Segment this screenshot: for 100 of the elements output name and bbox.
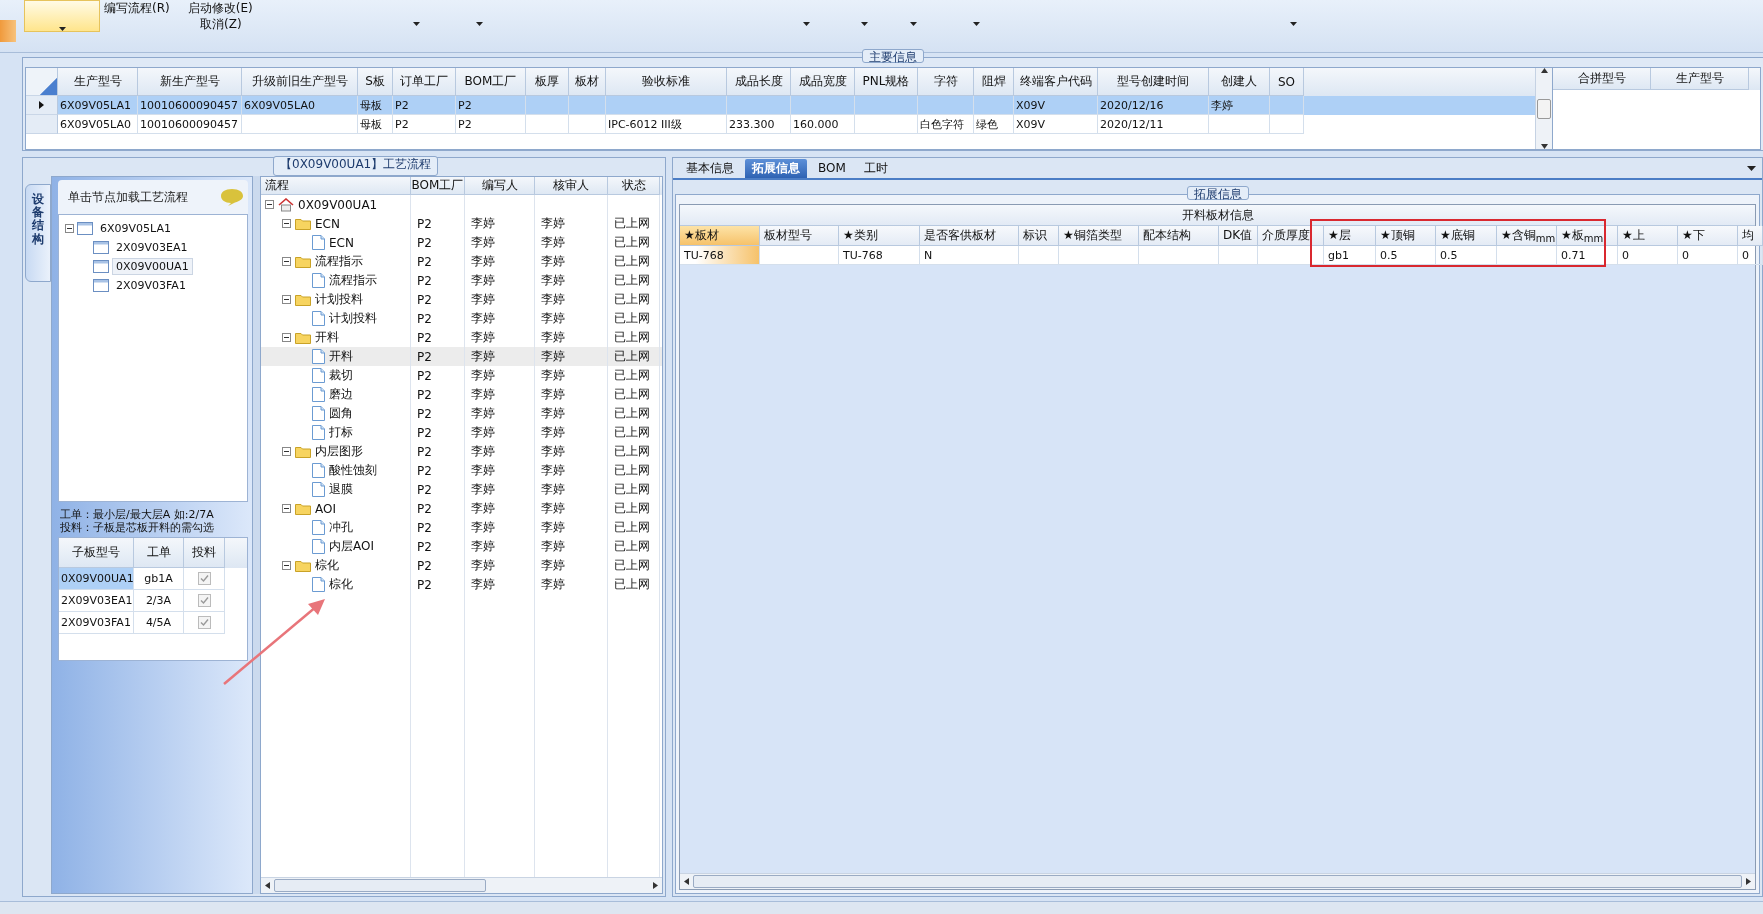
tree-row[interactable]: 0X09V00UA1 bbox=[261, 195, 662, 214]
scroll-down-icon[interactable] bbox=[1540, 144, 1548, 149]
column-header[interactable]: 均 bbox=[1738, 226, 1763, 246]
tree-label: 0X09V00UA1 bbox=[298, 197, 378, 212]
caret-icon[interactable] bbox=[909, 22, 917, 26]
tree-item[interactable]: 0X09V00UA1 bbox=[112, 258, 193, 275]
tree-item[interactable]: 2X09V03FA1 bbox=[112, 277, 190, 294]
tab[interactable]: 工时 bbox=[856, 159, 895, 178]
checkbox[interactable] bbox=[197, 572, 211, 585]
table-cell[interactable]: 2X09V03FA1 bbox=[59, 612, 134, 634]
column-header[interactable]: 配本结构 bbox=[1139, 226, 1219, 246]
table-cell: P2 bbox=[417, 330, 432, 345]
tree-row[interactable]: 裁切 P2 李婷 李婷 已上网 bbox=[261, 366, 662, 385]
column-header[interactable]: ★含铜$_{mm}$ bbox=[1497, 226, 1557, 246]
tree-row[interactable]: 冲孔 P2 李婷 李婷 已上网 bbox=[261, 518, 662, 537]
column-header[interactable]: ★层 bbox=[1324, 226, 1376, 246]
scrollbar[interactable] bbox=[261, 877, 662, 893]
tree-row[interactable]: ECN P2 李婷 李婷 已上网 bbox=[261, 214, 662, 233]
tree-row[interactable]: 流程指示 P2 李婷 李婷 已上网 bbox=[261, 271, 662, 290]
menu-item[interactable]: 编写流程(R) bbox=[104, 0, 170, 16]
tree-row[interactable]: 棕化 P2 李婷 李婷 已上网 bbox=[261, 575, 662, 594]
tree-item[interactable]: 6X09V05LA1 bbox=[96, 220, 175, 237]
table-cell: 已上网 bbox=[614, 557, 650, 574]
side-tab[interactable]: 设备结构 bbox=[25, 184, 51, 282]
tree-row[interactable]: 棕化 P2 李婷 李婷 已上网 bbox=[261, 556, 662, 575]
column-header[interactable]: 投料 bbox=[184, 538, 225, 568]
scroll-left-icon[interactable] bbox=[265, 882, 270, 889]
collapse-icon[interactable] bbox=[282, 504, 291, 513]
caret-icon[interactable] bbox=[860, 22, 868, 26]
column-header[interactable]: ★顶铜 bbox=[1376, 226, 1436, 246]
tab[interactable]: BOM bbox=[811, 159, 853, 178]
scrollbar[interactable] bbox=[1535, 68, 1552, 149]
collapse-icon[interactable] bbox=[282, 333, 291, 342]
tab[interactable]: 拓展信息 bbox=[745, 159, 807, 178]
column-header[interactable]: 工单 bbox=[134, 538, 184, 568]
table-cell[interactable]: 0X09V00UA1 bbox=[59, 568, 134, 590]
tree-row[interactable]: 圆角 P2 李婷 李婷 已上网 bbox=[261, 404, 662, 423]
scroll-up-icon[interactable] bbox=[1540, 68, 1548, 73]
column-header[interactable]: 状态 bbox=[608, 177, 660, 195]
tree-row[interactable]: 退膜 P2 李婷 李婷 已上网 bbox=[261, 480, 662, 499]
caret-icon[interactable] bbox=[1747, 166, 1756, 171]
column-header[interactable]: BOM工厂 bbox=[411, 177, 465, 195]
column-header[interactable]: 流程 bbox=[261, 177, 411, 195]
caret-icon[interactable] bbox=[475, 22, 483, 26]
table-cell: 10010600090457 bbox=[138, 115, 242, 134]
collapse-icon[interactable] bbox=[282, 257, 291, 266]
column-header[interactable]: 板材型号 bbox=[760, 226, 839, 246]
column-header[interactable]: ★下 bbox=[1678, 226, 1738, 246]
scroll-left-icon[interactable] bbox=[684, 878, 689, 885]
menu-item[interactable]: 取消(Z) bbox=[200, 16, 242, 32]
caret-icon[interactable] bbox=[972, 22, 980, 26]
tree-item[interactable]: 2X09V03EA1 bbox=[112, 239, 192, 256]
scroll-thumb[interactable] bbox=[1537, 98, 1551, 119]
column-header[interactable]: 核审人 bbox=[535, 177, 608, 195]
column-header[interactable]: ★板材 bbox=[680, 226, 760, 246]
caret-icon[interactable] bbox=[1289, 22, 1297, 26]
column-header[interactable]: 编写人 bbox=[465, 177, 535, 195]
table-cell bbox=[1019, 246, 1059, 265]
tree-row[interactable]: 流程指示 P2 李婷 李婷 已上网 bbox=[261, 252, 662, 271]
tree-row[interactable]: 内层AOI P2 李婷 李婷 已上网 bbox=[261, 537, 662, 556]
collapse-icon[interactable] bbox=[282, 295, 291, 304]
checkbox[interactable] bbox=[197, 594, 211, 607]
tree-row[interactable]: 打标 P2 李婷 李婷 已上网 bbox=[261, 423, 662, 442]
scroll-right-icon[interactable] bbox=[653, 882, 658, 889]
menu-item[interactable]: 启动修改(E) bbox=[187, 0, 253, 16]
column-header[interactable]: ★板$_{mm}$ bbox=[1557, 226, 1618, 246]
tree-row[interactable]: 计划投料 P2 李婷 李婷 已上网 bbox=[261, 309, 662, 328]
collapse-icon[interactable] bbox=[282, 447, 291, 456]
tree-row[interactable]: 磨边 P2 李婷 李婷 已上网 bbox=[261, 385, 662, 404]
column-header[interactable]: ★上 bbox=[1618, 226, 1678, 246]
collapse-icon[interactable] bbox=[65, 224, 74, 233]
tree-row[interactable]: 开料 P2 李婷 李婷 已上网 bbox=[261, 347, 662, 366]
collapse-icon[interactable] bbox=[265, 200, 274, 209]
tree-row[interactable]: 酸性蚀刻 P2 李婷 李婷 已上网 bbox=[261, 461, 662, 480]
checkbox[interactable] bbox=[197, 616, 211, 629]
column-header[interactable]: ★铜箔类型 bbox=[1059, 226, 1139, 246]
table-row[interactable]: 6X09V05LA0 10010600090457 母板 P2 P2 IPC-6012 III级 233.300 160.000 白色字符 绿色 X09V 2020/12/11 bbox=[26, 115, 1535, 134]
column-header[interactable]: 标识 bbox=[1019, 226, 1059, 246]
column-header[interactable]: ★类别 bbox=[839, 226, 920, 246]
column-header[interactable]: ★底铜 bbox=[1436, 226, 1497, 246]
tab[interactable]: 基本信息 bbox=[679, 159, 741, 178]
tree-row[interactable]: AOI P2 李婷 李婷 已上网 bbox=[261, 499, 662, 518]
caret-icon[interactable] bbox=[802, 22, 810, 26]
table-cell: 李婷 bbox=[471, 481, 495, 498]
collapse-icon[interactable] bbox=[282, 219, 291, 228]
table-cell[interactable]: 2X09V03EA1 bbox=[59, 590, 134, 612]
scrollbar[interactable] bbox=[680, 873, 1755, 889]
column-header[interactable]: 合拼型号 bbox=[1553, 68, 1651, 90]
tree-row[interactable]: 计划投料 P2 李婷 李婷 已上网 bbox=[261, 290, 662, 309]
tree-row[interactable]: ECN P2 李婷 李婷 已上网 bbox=[261, 233, 662, 252]
scroll-right-icon[interactable] bbox=[1746, 878, 1751, 885]
table-cell: P2 bbox=[417, 311, 432, 326]
caret-icon[interactable] bbox=[412, 22, 420, 26]
table-row[interactable]: 6X09V05LA1 10010600090457 6X09V05LA0 母板 P2 P2 X09V 2020/12/16 李婷 bbox=[26, 96, 1535, 115]
column-header[interactable]: 是否客供板材 bbox=[920, 226, 1019, 246]
column-header[interactable]: 介质厚度 bbox=[1258, 226, 1324, 246]
collapse-icon[interactable] bbox=[282, 561, 291, 570]
tree-row[interactable]: 内层图形 P2 李婷 李婷 已上网 bbox=[261, 442, 662, 461]
column-header[interactable]: DK值 bbox=[1219, 226, 1258, 246]
column-header[interactable]: 生产型号 bbox=[1651, 68, 1749, 90]
